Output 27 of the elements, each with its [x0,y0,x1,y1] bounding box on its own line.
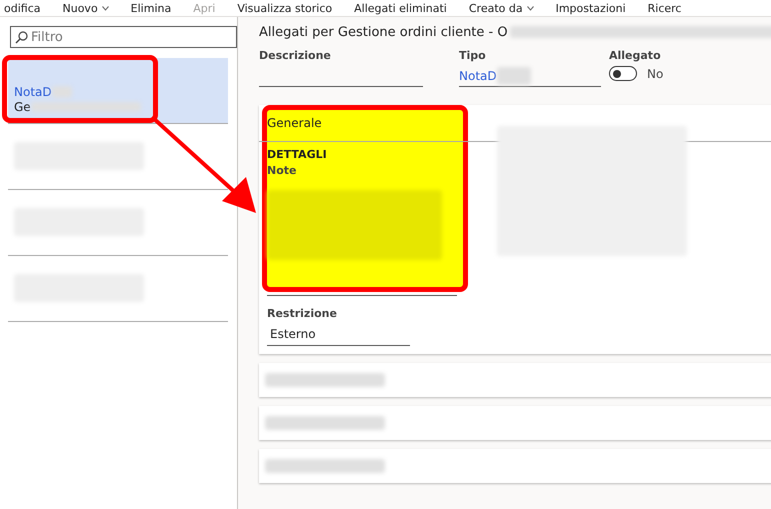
field-label: Descrizione [259,49,332,62]
restriction-field[interactable]: Esterno [267,327,410,346]
search-icon [15,31,28,44]
toolbar-button[interactable]: Impostazioni [556,2,626,14]
attachment-toggle[interactable] [609,66,637,81]
item-subtitle: Ge [14,100,31,114]
caret-icon [526,6,534,10]
group-title: DETTAGLI [267,148,328,161]
toolbar-button[interactable]: Ricerc [648,2,682,14]
section-title[interactable]: Generale [267,116,322,130]
toolbar-button[interactable]: Elimina [130,2,172,14]
filter-field[interactable]: Filtro [10,26,237,48]
toolbar-button[interactable]: odifica [4,2,40,14]
toolbar-button[interactable]: Allegati eliminati [354,2,447,14]
toolbar-button[interactable]: Visualizza storico [237,2,332,14]
caret-icon [102,6,109,10]
field-label: Restrizione [267,307,338,320]
toolbar-button[interactable]: Nuovo [62,2,109,14]
toolbar-button[interactable]: Creato da [468,2,534,14]
toggle-state: No [647,66,664,80]
field-label: Allegato [609,49,662,62]
type-field[interactable]: NotaD [459,66,601,87]
field-label: Tipo [459,49,487,62]
list-item[interactable]: NotaD Ge [8,58,228,124]
field-label: Note [267,164,298,177]
page-title: Allegati per Gestione ordini cliente - O [259,24,508,40]
item-title: NotaD [14,84,52,98]
